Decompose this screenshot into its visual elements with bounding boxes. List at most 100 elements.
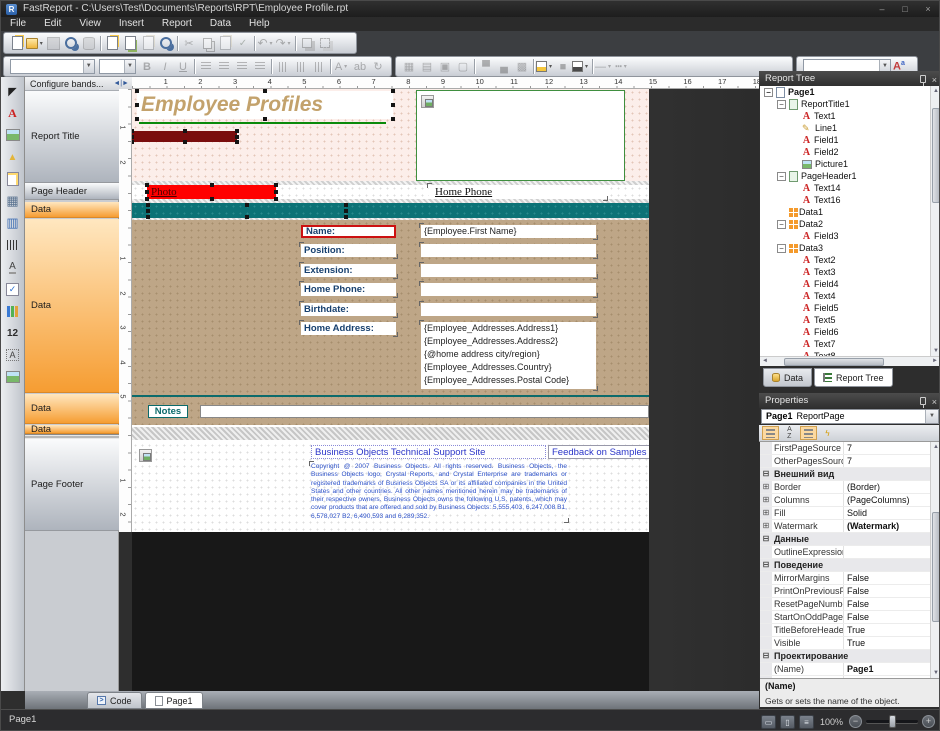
zoom-out-icon[interactable]: −: [849, 715, 862, 728]
valign-top-icon[interactable]: [274, 59, 292, 75]
property-row[interactable]: ⊞FillSolid: [760, 507, 940, 520]
page-setup-icon[interactable]: [121, 35, 139, 51]
property-row[interactable]: TitleBeforeHeaderTrue: [760, 624, 940, 637]
border-top-icon[interactable]: ▀: [477, 59, 495, 75]
maximize-button[interactable]: □: [894, 2, 916, 16]
tree-item-data2[interactable]: −Data2: [760, 218, 940, 230]
menu-edit[interactable]: Edit: [35, 17, 70, 31]
paste-icon[interactable]: [216, 35, 234, 51]
border-bottom-icon[interactable]: ▄: [495, 59, 513, 75]
line-width-icon[interactable]: —▾: [595, 59, 613, 75]
property-value[interactable]: False: [844, 585, 940, 597]
property-value[interactable]: Solid: [844, 507, 940, 519]
selection-handle[interactable]: [235, 129, 239, 133]
underline-icon[interactable]: U: [174, 59, 192, 75]
open-icon[interactable]: ▾: [26, 35, 44, 51]
valign-center-icon[interactable]: [292, 59, 310, 75]
richtext-object-icon[interactable]: [3, 256, 23, 278]
new-page-icon[interactable]: [103, 35, 121, 51]
text-color-icon[interactable]: A▾: [333, 59, 351, 75]
property-value[interactable]: (PageColumns): [844, 494, 940, 506]
table-object-icon[interactable]: [3, 190, 23, 212]
tree-item-field5[interactable]: AField5: [760, 302, 940, 314]
dropdown-arrow-icon[interactable]: ▾: [622, 63, 629, 70]
footer-picture-object[interactable]: [139, 449, 152, 462]
property-value[interactable]: (Border): [844, 481, 940, 493]
property-value[interactable]: False: [844, 611, 940, 623]
menu-file[interactable]: File: [1, 17, 35, 31]
notes-label-object[interactable]: Notes: [148, 405, 188, 418]
picture-object-icon[interactable]: [3, 124, 23, 146]
selected-empty-text-object[interactable]: [148, 205, 346, 217]
tree-item-text2[interactable]: AText2: [760, 254, 940, 266]
doc-tab-code[interactable]: >Code: [87, 692, 142, 709]
selection-handle[interactable]: [344, 209, 348, 213]
bold-icon[interactable]: B: [138, 59, 156, 75]
property-row[interactable]: OutlineExpression: [760, 546, 940, 559]
property-value[interactable]: True: [844, 624, 940, 636]
band-label-data[interactable]: Data: [25, 425, 119, 434]
border-shadow-icon[interactable]: ▩: [513, 59, 531, 75]
chevron-down-icon[interactable]: ▼: [83, 60, 94, 73]
feedback-link-object[interactable]: Feedback on Samples by E-mail: [548, 445, 649, 459]
band-label-page-footer[interactable]: Page Footer: [25, 439, 119, 531]
pin-icon[interactable]: [920, 397, 926, 405]
selection-handle[interactable]: [391, 103, 395, 107]
selection-handle[interactable]: [132, 129, 134, 133]
row-gutter[interactable]: ⊟: [760, 650, 772, 662]
text-angle-icon[interactable]: ↻: [369, 59, 387, 75]
picture-object[interactable]: [416, 90, 625, 181]
field-value-object[interactable]: [421, 303, 596, 316]
property-row[interactable]: (Name)Page1: [760, 663, 940, 676]
band-label-data[interactable]: Data: [25, 202, 119, 218]
row-gutter[interactable]: ⊟: [760, 468, 772, 480]
tab-data[interactable]: Data: [763, 368, 812, 387]
selection-handle[interactable]: [183, 140, 187, 144]
facing-pages-view-icon[interactable]: ▯: [780, 715, 795, 729]
tree-expander-icon[interactable]: −: [777, 220, 786, 229]
field-label-object[interactable]: Birthdate:: [301, 303, 396, 316]
object-selector-combo[interactable]: Page1ReportPage ▼: [761, 409, 939, 424]
property-row[interactable]: VisibleTrue: [760, 637, 940, 650]
property-row[interactable]: MirrorMarginsFalse: [760, 572, 940, 585]
home-phone-label-object[interactable]: Home Phone: [429, 185, 606, 199]
zoom-slider[interactable]: [866, 720, 918, 723]
property-row[interactable]: StartOnOddPageFalse: [760, 611, 940, 624]
valign-bottom-icon[interactable]: [310, 59, 328, 75]
tree-item-picture1[interactable]: Picture1: [760, 158, 940, 170]
events-view-icon[interactable]: ϟ: [819, 426, 836, 440]
field-label-object[interactable]: Home Phone:: [301, 283, 396, 296]
redo-icon[interactable]: ▾: [275, 35, 293, 51]
tree-item-text16[interactable]: AText16: [760, 194, 940, 206]
property-value[interactable]: [844, 546, 940, 558]
continuous-view-icon[interactable]: ≡: [799, 715, 814, 729]
scroll-thumb[interactable]: [932, 108, 940, 203]
selection-handle[interactable]: [135, 103, 139, 107]
property-value[interactable]: True: [844, 637, 940, 649]
property-row[interactable]: ⊞Border(Border): [760, 481, 940, 494]
photo-label-object[interactable]: Photo: [147, 185, 276, 199]
property-row[interactable]: FirstPageSource7: [760, 442, 940, 455]
tree-item-text14[interactable]: AText14: [760, 182, 940, 194]
tree-item-text5[interactable]: AText5: [760, 314, 940, 326]
row-gutter[interactable]: ⊞: [760, 494, 772, 506]
report-page[interactable]: Notes Business Objects Technical Support…: [132, 89, 649, 691]
selection-handle[interactable]: [274, 197, 278, 201]
text-object-icon[interactable]: [3, 102, 23, 124]
font-size-combo[interactable]: ▼: [99, 59, 136, 74]
row-gutter[interactable]: ⊞: [760, 507, 772, 519]
tree-item-text1[interactable]: AText1: [760, 110, 940, 122]
band-label-page-header[interactable]: Page Header: [25, 183, 119, 200]
menu-help[interactable]: Help: [240, 17, 279, 31]
report-tree-vscrollbar[interactable]: ▲ ▼: [930, 86, 940, 356]
selection-handle[interactable]: [391, 89, 395, 93]
new-report-icon[interactable]: [8, 35, 26, 51]
dropdown-arrow-icon[interactable]: ▾: [342, 63, 349, 70]
selection-handle[interactable]: [146, 209, 150, 213]
font-name-combo[interactable]: ▼: [10, 59, 95, 74]
preview-icon[interactable]: [62, 35, 80, 51]
property-row[interactable]: PrintOnPreviousPageFalse: [760, 585, 940, 598]
tree-expander-icon[interactable]: −: [764, 88, 773, 97]
property-value[interactable]: 7: [844, 442, 940, 454]
notes-band[interactable]: Notes: [132, 393, 649, 425]
